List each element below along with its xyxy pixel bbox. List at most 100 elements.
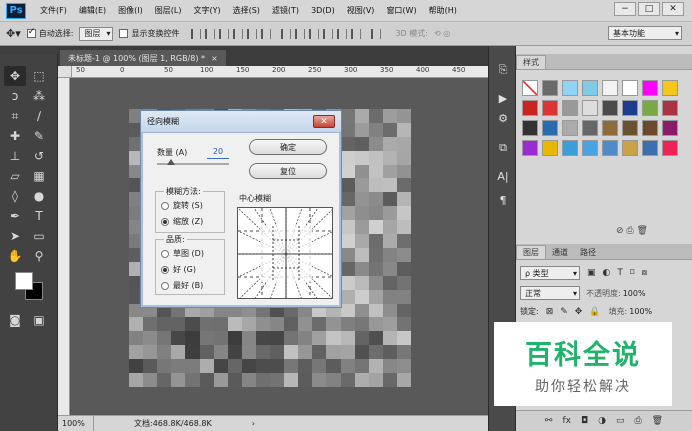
brush-tool-icon[interactable]: ✎ — [28, 126, 50, 146]
type-tool-icon[interactable]: T — [28, 206, 50, 226]
3d-rotate-icon[interactable]: ⟲ ◎ — [434, 29, 450, 38]
distribute-left-icon[interactable] — [323, 28, 334, 39]
quality-best-radio[interactable] — [161, 281, 169, 290]
method-spin-option[interactable]: 旋转 (S) — [161, 200, 203, 211]
delete-layer-icon[interactable]: 🗑 — [652, 416, 663, 426]
reset-button[interactable]: 复位 — [249, 163, 327, 179]
clone-stamp-tool-icon[interactable]: ⊥ — [4, 146, 26, 166]
style-swatch[interactable] — [602, 80, 618, 96]
ok-button[interactable]: 确定 — [249, 139, 327, 155]
style-swatch[interactable] — [602, 120, 618, 136]
quick-mask-icon[interactable]: ◙ — [4, 310, 26, 330]
style-swatch[interactable] — [662, 80, 678, 96]
style-swatch[interactable] — [522, 100, 538, 116]
menu-layer[interactable]: 图层(L) — [149, 5, 188, 16]
style-swatch[interactable] — [602, 100, 618, 116]
tab-channels[interactable]: 通道 — [546, 245, 574, 259]
menu-select[interactable]: 选择(S) — [227, 5, 266, 16]
style-swatch[interactable] — [582, 100, 598, 116]
close-window-button[interactable]: ✕ — [662, 2, 684, 16]
style-swatch[interactable] — [522, 120, 538, 136]
dialog-close-button[interactable]: ✕ — [313, 115, 335, 128]
style-swatch[interactable] — [542, 100, 558, 116]
filter-type-icon[interactable]: T — [617, 268, 623, 278]
new-layer-icon[interactable]: ⎙ — [634, 416, 641, 426]
style-swatch[interactable] — [622, 120, 638, 136]
menu-window[interactable]: 窗口(W) — [380, 5, 422, 16]
menu-help[interactable]: 帮助(H) — [423, 5, 463, 16]
filter-smart-icon[interactable]: ⧇ — [642, 268, 648, 278]
paragraph-panel-icon[interactable]: ¶ — [493, 190, 513, 210]
style-swatch[interactable] — [562, 80, 578, 96]
align-left-icon[interactable] — [233, 28, 244, 39]
menu-image[interactable]: 图像(I) — [112, 5, 149, 16]
dodge-tool-icon[interactable]: ● — [28, 186, 50, 206]
maximize-button[interactable]: □ — [638, 2, 660, 16]
move-tool-icon[interactable]: ✥ — [4, 66, 26, 86]
filter-pixel-icon[interactable]: ▣ — [587, 268, 596, 278]
marquee-tool-icon[interactable]: ⬚ — [28, 66, 50, 86]
style-swatch[interactable] — [622, 100, 638, 116]
distribute-bottom-icon[interactable] — [309, 28, 320, 39]
magic-wand-tool-icon[interactable]: ⁂ — [28, 86, 50, 106]
auto-select-dropdown[interactable]: 图层 — [79, 26, 114, 41]
quality-draft-radio[interactable] — [161, 249, 169, 258]
auto-align-icon[interactable] — [371, 28, 382, 39]
blur-tool-icon[interactable]: ◊ — [4, 186, 26, 206]
path-selection-tool-icon[interactable]: ➤ — [4, 226, 26, 246]
style-swatch[interactable] — [662, 100, 678, 116]
history-brush-tool-icon[interactable]: ↺ — [28, 146, 50, 166]
menu-type[interactable]: 文字(Y) — [187, 5, 226, 16]
method-zoom-radio[interactable] — [161, 217, 169, 226]
close-tab-icon[interactable]: × — [211, 54, 218, 63]
menu-3d[interactable]: 3D(D) — [305, 6, 341, 15]
style-swatch[interactable] — [622, 140, 638, 156]
style-swatch[interactable] — [562, 120, 578, 136]
show-transform-checkbox[interactable] — [119, 29, 129, 38]
style-swatch[interactable] — [642, 120, 658, 136]
method-zoom-option[interactable]: 缩放 (Z) — [161, 216, 203, 227]
healing-brush-tool-icon[interactable]: ✚ — [4, 126, 26, 146]
history-panel-icon[interactable]: ⎘ — [493, 60, 513, 80]
style-swatch[interactable] — [542, 80, 558, 96]
new-group-icon[interactable]: ▭ — [616, 416, 625, 426]
menu-filter[interactable]: 滤镜(T) — [266, 5, 305, 16]
zoom-tool-icon[interactable]: ⚲ — [28, 246, 50, 266]
lock-position-icon[interactable]: ✥ — [575, 307, 583, 317]
style-swatch[interactable] — [562, 140, 578, 156]
move-tool-icon[interactable]: ✥▾ — [6, 27, 21, 40]
document-size[interactable]: 文档:468.8K/468.8K — [134, 418, 212, 429]
style-swatch[interactable] — [582, 140, 598, 156]
style-swatch[interactable] — [542, 140, 558, 156]
document-tab[interactable]: 未标题-1 @ 100% (图层 1, RGB/8) * × — [60, 50, 226, 66]
distribute-right-icon[interactable] — [351, 28, 362, 39]
eraser-tool-icon[interactable]: ▱ — [4, 166, 26, 186]
fill-value[interactable]: 100% — [629, 307, 652, 316]
opacity-value[interactable]: 100% — [623, 289, 646, 298]
style-swatch[interactable] — [662, 140, 678, 156]
align-right-icon[interactable] — [261, 28, 272, 39]
screen-mode-icon[interactable]: ▣ — [28, 310, 50, 330]
hand-tool-icon[interactable]: ✋ — [4, 246, 26, 266]
tab-styles[interactable]: 样式 — [516, 55, 546, 69]
add-mask-icon[interactable]: ◘ — [581, 416, 588, 426]
style-swatch[interactable] — [522, 140, 538, 156]
rectangle-tool-icon[interactable]: ▭ — [28, 226, 50, 246]
tab-layers[interactable]: 图层 — [516, 245, 546, 259]
minimize-button[interactable]: − — [614, 2, 636, 16]
layer-style-icon[interactable]: fx — [562, 416, 571, 426]
style-swatch[interactable] — [562, 100, 578, 116]
filter-shape-icon[interactable]: ⌑ — [630, 268, 635, 278]
align-vcenter-icon[interactable] — [205, 28, 216, 39]
style-swatch[interactable] — [582, 120, 598, 136]
style-swatch[interactable] — [582, 80, 598, 96]
menu-view[interactable]: 视图(V) — [341, 5, 381, 16]
clone-source-panel-icon[interactable]: ⧉ — [493, 138, 513, 158]
workspace-dropdown[interactable]: 基本功能 — [608, 26, 682, 40]
distribute-top-icon[interactable] — [281, 28, 292, 39]
quality-good-option[interactable]: 好 (G) — [161, 264, 196, 275]
foreground-color-swatch[interactable] — [15, 272, 33, 290]
amount-input[interactable]: 20 — [207, 147, 229, 159]
pen-tool-icon[interactable]: ✒ — [4, 206, 26, 226]
style-swatch[interactable] — [622, 80, 638, 96]
